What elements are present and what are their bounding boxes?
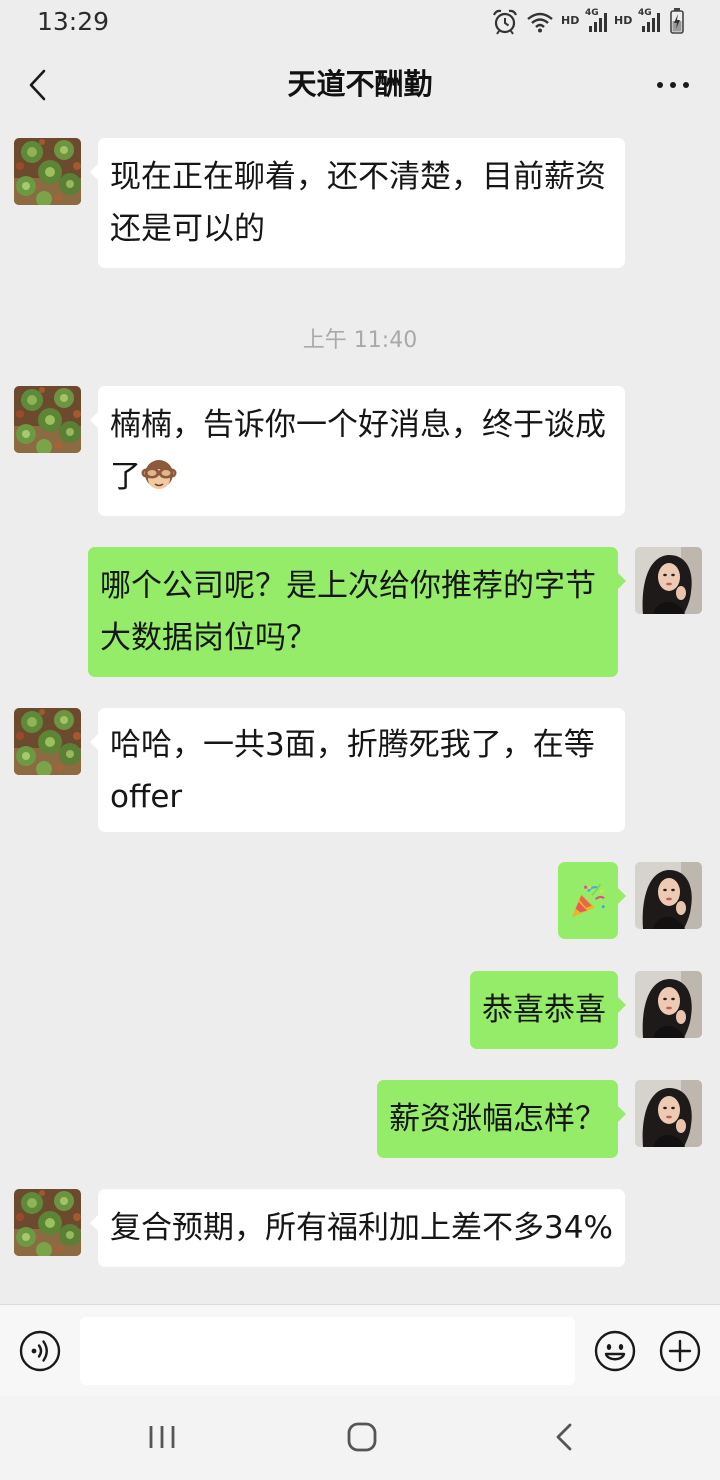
contact-avatar[interactable] (14, 708, 81, 775)
alarm-icon (492, 9, 518, 35)
party-popper-icon (571, 882, 605, 917)
message-timestamp: 上午 11:40 (302, 328, 418, 353)
message-text: 楠楠，告诉你一个好消息，终于谈成了 (110, 407, 606, 495)
wifi-icon (527, 12, 553, 33)
contact-avatar[interactable] (14, 386, 81, 453)
home-button[interactable] (346, 1421, 378, 1457)
message-bubble[interactable]: 楠楠，告诉你一个好消息，终于谈成了 (90, 386, 625, 516)
more-options-button[interactable] (658, 1329, 702, 1373)
chevron-left-icon (29, 69, 46, 101)
back-button[interactable] (22, 66, 58, 104)
message-bubble[interactable]: 薪资涨幅怎样？ (377, 1080, 626, 1158)
message-bubble[interactable] (558, 862, 626, 939)
status-time: 13:29 (37, 7, 110, 36)
contact-avatar[interactable] (14, 1189, 81, 1256)
sim2-hd-label: HD (614, 14, 633, 27)
recent-apps-button[interactable] (146, 1423, 178, 1455)
message-bubble[interactable]: 现在正在聊着，还不清楚，目前薪资还是可以的 (90, 138, 625, 268)
more-button[interactable] (650, 70, 696, 100)
emoji-button[interactable] (593, 1329, 637, 1373)
more-dots-icon (657, 82, 689, 88)
my-avatar[interactable] (635, 547, 702, 614)
input-bar (0, 1304, 720, 1396)
message-text: 恭喜恭喜 (482, 992, 606, 1028)
my-avatar[interactable] (635, 862, 702, 929)
message-input[interactable] (80, 1317, 575, 1385)
see-no-evil-monkey-icon (141, 457, 177, 493)
my-avatar[interactable] (635, 971, 702, 1038)
back-nav-button[interactable] (552, 1421, 576, 1457)
signal-icon (642, 13, 660, 32)
chat-header: 天道不酬勤 (0, 46, 720, 124)
message-bubble[interactable]: 哪个公司呢？是上次给你推荐的字节大数据岗位吗？ (88, 547, 626, 677)
plus-icon (659, 1330, 701, 1372)
recent-apps-icon (149, 1426, 175, 1448)
message-text: 现在正在聊着，还不清楚，目前薪资还是可以的 (110, 159, 606, 247)
message-text: 复合预期，所有福利加上差不多34% (110, 1210, 613, 1246)
battery-charging-icon (670, 8, 684, 34)
my-avatar[interactable] (635, 1080, 702, 1147)
signal-icon (589, 13, 607, 32)
chat-message-list: 现在正在聊着，还不清楚，目前薪资还是可以的 上午 11:40 楠楠，告诉你一个好… (0, 124, 720, 1304)
voice-icon (19, 1330, 61, 1372)
emoji-face-icon (594, 1330, 636, 1372)
voice-button[interactable] (18, 1329, 62, 1373)
chat-title: 天道不酬勤 (287, 67, 433, 101)
message-bubble[interactable]: 复合预期，所有福利加上差不多34% (90, 1189, 625, 1267)
message-bubble[interactable]: 哈哈，一共3面，折腾死我了，在等offer (90, 708, 625, 832)
home-icon (347, 1422, 377, 1452)
navigation-bar (0, 1396, 720, 1480)
status-bar: 13:29 HD 4G HD 4G (0, 0, 720, 46)
back-icon (556, 1423, 572, 1451)
contact-avatar[interactable] (14, 138, 81, 205)
message-text: 哈哈，一共3面，折腾死我了，在等offer (110, 727, 595, 815)
message-text: 薪资涨幅怎样？ (389, 1101, 606, 1137)
message-text: 哪个公司呢？是上次给你推荐的字节大数据岗位吗？ (100, 568, 596, 656)
message-bubble[interactable]: 恭喜恭喜 (470, 971, 626, 1049)
sim1-hd-label: HD (561, 14, 580, 27)
